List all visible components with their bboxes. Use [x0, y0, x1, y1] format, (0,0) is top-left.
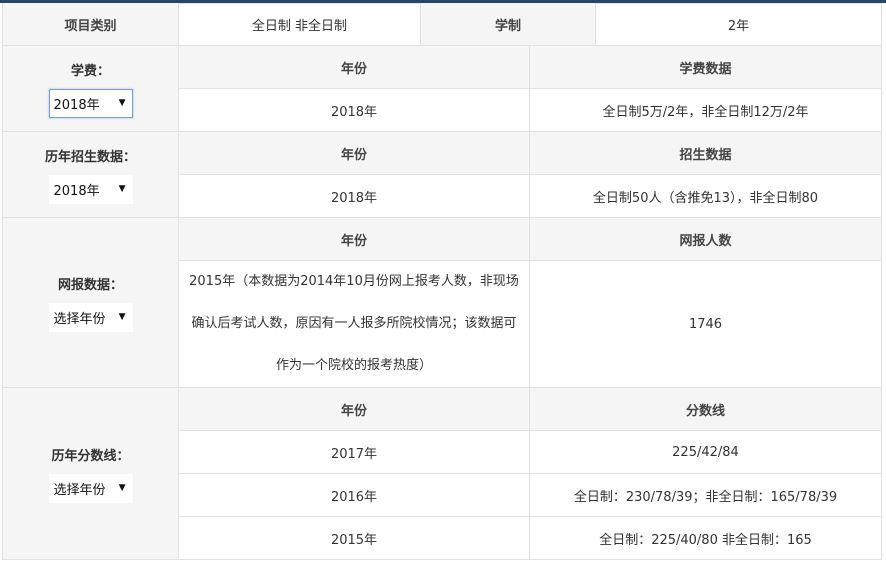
- online-registration-row-value: 1746: [530, 261, 882, 388]
- score-lines-row-value: 225/42/84: [530, 431, 882, 474]
- score-lines-col-data: 分数线: [530, 388, 882, 431]
- category-value: 全日制 非全日制: [179, 3, 421, 46]
- tuition-label: 学费：: [70, 63, 110, 79]
- online-registration-row-year: 2015年（本数据为2014年10月份网上报考人数，非现场 确认后考试人数，原因…: [179, 261, 530, 388]
- tuition-side: 学费： 2018年 ▼: [2, 46, 179, 132]
- score-lines-row-value: 全日制：230/78/39；非全日制：165/78/39: [530, 474, 882, 517]
- online-registration-year-select[interactable]: 选择年份 ▼: [48, 302, 133, 332]
- online-registration-year-line-3: 作为一个院校的报考热度）: [275, 358, 432, 373]
- score-lines-row-year: 2015年: [179, 517, 530, 560]
- online-registration-col-year: 年份: [179, 218, 530, 261]
- online-registration-year-line-1: 2015年（本数据为2014年10月份网上报考人数，非现场: [189, 274, 519, 289]
- tuition-select-value: 2018年: [53, 97, 100, 113]
- tuition-year-select[interactable]: 2018年 ▼: [48, 88, 133, 118]
- enrollment-col-year: 年份: [179, 132, 530, 175]
- chevron-down-icon: ▼: [118, 98, 126, 108]
- online-registration-side: 网报数据： 选择年份 ▼: [2, 218, 179, 388]
- online-registration-select-value: 选择年份: [53, 311, 106, 327]
- enrollment-row-value: 全日制50人（含推免13），非全日制80: [530, 175, 882, 218]
- enrollment-row-year: 2018年: [179, 175, 530, 218]
- score-lines-col-year: 年份: [179, 388, 530, 431]
- tuition-row-year: 2018年: [179, 89, 530, 132]
- score-lines-row-year: 2016年: [179, 474, 530, 517]
- enrollment-select-value: 2018年: [53, 183, 100, 199]
- score-lines-year-select[interactable]: 选择年份 ▼: [48, 473, 133, 503]
- tuition-col-data: 学费数据: [530, 46, 882, 89]
- online-registration-label: 网报数据：: [57, 277, 123, 293]
- score-lines-select-value: 选择年份: [53, 482, 106, 498]
- tuition-row-value: 全日制5万/2年，非全日制12万/2年: [530, 89, 882, 132]
- score-lines-side: 历年分数线： 选择年份 ▼: [2, 388, 179, 560]
- chevron-down-icon: ▼: [118, 312, 126, 322]
- enrollment-label: 历年招生数据：: [44, 149, 136, 165]
- enrollment-year-select[interactable]: 2018年 ▼: [48, 174, 133, 204]
- score-lines-row-value: 全日制：225/40/80 非全日制：165: [530, 517, 882, 560]
- score-lines-label: 历年分数线：: [51, 448, 130, 464]
- online-registration-col-data: 网报人数: [530, 218, 882, 261]
- chevron-down-icon: ▼: [118, 483, 126, 493]
- score-lines-row-year: 2017年: [179, 431, 530, 474]
- category-label: 项目类别: [2, 3, 179, 46]
- enrollment-side: 历年招生数据： 2018年 ▼: [2, 132, 179, 218]
- system-label: 学制: [421, 3, 596, 46]
- tuition-col-year: 年份: [179, 46, 530, 89]
- online-registration-year-line-2: 确认后考试人数，原因有一人报多所院校情况；该数据可: [191, 316, 517, 331]
- chevron-down-icon: ▼: [118, 184, 126, 194]
- system-value: 2年: [596, 3, 882, 46]
- enrollment-col-data: 招生数据: [530, 132, 882, 175]
